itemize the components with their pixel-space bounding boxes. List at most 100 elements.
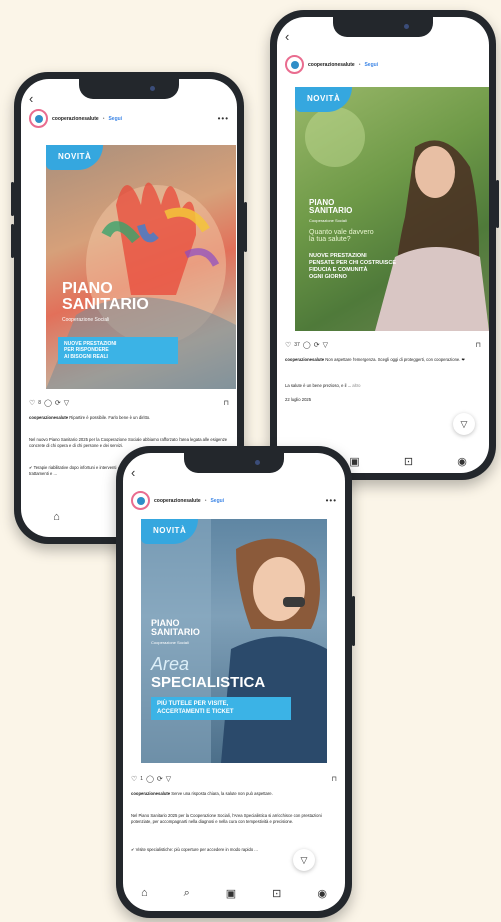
caption-paragraph: La salute è un bene prezioso, e il ... a… bbox=[285, 383, 481, 389]
screen: ‹ cooperazionesalute • Segui NOVITÀ PIAN… bbox=[277, 17, 489, 473]
screen: ‹ cooperazionesalute • Segui ••• NOVITÀ … bbox=[123, 453, 345, 911]
caption-text: Ripartire è possibile. Farlo bene è un d… bbox=[69, 415, 151, 420]
post-actions: ♡ 8 ◯ ⟳ ▽ ⊓ bbox=[29, 399, 229, 407]
caption-handle[interactable]: cooperazionesalute bbox=[29, 415, 68, 420]
account-handle[interactable]: cooperazionesalute bbox=[154, 498, 201, 504]
notch bbox=[184, 453, 284, 473]
title-line: PIANO bbox=[62, 280, 113, 297]
post-subtitle: Cooperazione Sociali bbox=[309, 218, 347, 223]
save-icon[interactable]: ⊓ bbox=[224, 399, 229, 407]
share-icon[interactable]: ⟳ bbox=[157, 775, 163, 783]
fab-send-icon[interactable]: ▽ bbox=[453, 413, 475, 435]
account-handle[interactable]: cooperazionesalute bbox=[52, 116, 99, 122]
post-body: NUOVE PRESTAZIONI PENSATE PER CHI COSTRU… bbox=[309, 253, 396, 282]
comment-icon[interactable]: ◯ bbox=[303, 341, 311, 349]
heart-icon[interactable]: ♡ bbox=[285, 341, 291, 349]
post-actions: ♡ 37 ◯ ⟳ ▽ ⊓ bbox=[285, 341, 481, 349]
title-line: SANITARIO bbox=[309, 206, 353, 215]
caption-handle[interactable]: cooperazionesalute bbox=[131, 791, 170, 796]
separator: • bbox=[102, 115, 105, 122]
back-icon[interactable]: ‹ bbox=[29, 91, 33, 106]
back-icon[interactable]: ‹ bbox=[131, 465, 135, 480]
post-title: PIANO SANITARIO bbox=[309, 199, 352, 215]
caption-text: La salute è un bene prezioso, e il ... bbox=[285, 383, 352, 388]
heart-icon[interactable]: ♡ bbox=[29, 399, 35, 407]
fab-send-icon[interactable]: ▽ bbox=[293, 849, 315, 871]
body-line: FIDUCIA E COMUNITÀ bbox=[309, 267, 368, 274]
notch bbox=[79, 79, 179, 99]
save-icon[interactable]: ⊓ bbox=[476, 341, 481, 349]
post-header: cooperazionesalute • Segui bbox=[285, 55, 481, 74]
separator: • bbox=[358, 61, 361, 68]
home-icon[interactable]: ⌂ bbox=[53, 511, 60, 524]
title-line: SANITARIO bbox=[151, 627, 200, 637]
side-button bbox=[244, 202, 247, 252]
body-line: OGNI GIORNO bbox=[309, 274, 347, 281]
follow-button[interactable]: Segui bbox=[364, 62, 378, 68]
home-icon[interactable]: ⌂ bbox=[141, 887, 148, 900]
post-image[interactable]: NOVITÀ PIANO SANITARIO Cooperazione Soci… bbox=[141, 519, 327, 763]
post-caption: cooperazionesalute Serve una risposta ch… bbox=[131, 791, 337, 797]
comment-icon[interactable]: ◯ bbox=[146, 775, 154, 783]
post-highlight-box: NUOVE PRESTAZIONI PER RISPONDERE AI BISO… bbox=[58, 337, 178, 364]
post-date: 22 luglio 2025 bbox=[285, 397, 312, 402]
share-icon[interactable]: ⟳ bbox=[314, 341, 320, 349]
send-icon[interactable]: ▽ bbox=[323, 341, 328, 349]
side-button bbox=[352, 596, 355, 646]
more-icon[interactable]: ••• bbox=[326, 496, 337, 505]
post-caption: cooperazionesalute Non aspettare l'emerg… bbox=[285, 357, 481, 363]
post-question: Quanto vale davvero la tua salute? bbox=[309, 229, 374, 243]
post-header: cooperazionesalute • Segui ••• bbox=[131, 491, 337, 510]
like-count: 1 bbox=[140, 776, 144, 782]
post-caption: cooperazionesalute Ripartire è possibile… bbox=[29, 415, 229, 421]
caption-paragraph: Nel Piano Sanitario 2025 per la Cooperaz… bbox=[131, 813, 322, 825]
post-header: cooperazionesalute • Segui ••• bbox=[29, 109, 229, 128]
reels-icon[interactable]: ▣ bbox=[226, 887, 236, 900]
like-count: 37 bbox=[294, 342, 300, 348]
notch bbox=[333, 17, 433, 37]
send-icon[interactable]: ▽ bbox=[64, 399, 69, 407]
post-image[interactable]: NOVITÀ PIANO SANITARIO Cooperazione Soci… bbox=[46, 145, 236, 389]
side-button bbox=[496, 180, 499, 228]
shop-icon[interactable]: ⊡ bbox=[404, 455, 413, 468]
post-title: PIANO SANITARIO bbox=[151, 619, 200, 637]
follow-button[interactable]: Segui bbox=[108, 116, 122, 122]
post-subtitle: Cooperazione Sociali bbox=[62, 317, 110, 323]
question-line: Quanto vale davvero bbox=[309, 229, 374, 236]
caption-text: Non aspettare l'emergenza. Scegli oggi d… bbox=[325, 357, 466, 362]
post-subtitle: Cooperazione Sociali bbox=[151, 640, 189, 645]
post-image[interactable]: NOVITÀ PIANO SANITARIO Cooperazione Soci… bbox=[295, 87, 489, 331]
save-icon[interactable]: ⊓ bbox=[332, 775, 337, 783]
caption-text: Serve una risposta chiara, la salute non… bbox=[171, 791, 273, 796]
shop-icon[interactable]: ⊡ bbox=[272, 887, 281, 900]
send-icon[interactable]: ▽ bbox=[166, 775, 171, 783]
avatar[interactable] bbox=[29, 109, 48, 128]
like-count: 8 bbox=[38, 400, 42, 406]
heart-icon[interactable]: ♡ bbox=[131, 775, 137, 783]
account-handle[interactable]: cooperazionesalute bbox=[308, 62, 355, 68]
question-line: la tua salute? bbox=[309, 236, 351, 243]
post-highlight-box: PIÙ TUTELE PER VISITE, ACCERTAMENTI E TI… bbox=[151, 697, 291, 720]
title-line: SANITARIO bbox=[62, 296, 149, 313]
reels-icon[interactable]: ▣ bbox=[349, 455, 359, 468]
specialistica-label: SPECIALISTICA bbox=[151, 674, 266, 691]
profile-icon[interactable]: ◉ bbox=[457, 455, 467, 468]
share-icon[interactable]: ⟳ bbox=[55, 399, 61, 407]
profile-icon[interactable]: ◉ bbox=[317, 887, 327, 900]
box-line: PIÙ TUTELE PER VISITE, bbox=[157, 701, 229, 707]
avatar[interactable] bbox=[131, 491, 150, 510]
more-link[interactable]: altro bbox=[352, 383, 360, 388]
comment-icon[interactable]: ◯ bbox=[44, 399, 52, 407]
back-icon[interactable]: ‹ bbox=[285, 29, 289, 44]
caption-handle[interactable]: cooperazionesalute bbox=[285, 357, 324, 362]
area-label: Area bbox=[151, 654, 190, 674]
post-title: PIANO SANITARIO bbox=[62, 281, 149, 313]
avatar[interactable] bbox=[285, 55, 304, 74]
box-line: AI BISOGNI REALI bbox=[64, 353, 108, 360]
more-icon[interactable]: ••• bbox=[218, 114, 229, 123]
phone-right: ‹ cooperazionesalute • Segui NOVITÀ PIAN… bbox=[270, 10, 499, 480]
follow-button[interactable]: Segui bbox=[210, 498, 224, 504]
side-button bbox=[11, 224, 14, 258]
box-line: ACCERTAMENTI E TICKET bbox=[157, 708, 234, 715]
search-icon[interactable]: ⌕ bbox=[184, 887, 190, 900]
